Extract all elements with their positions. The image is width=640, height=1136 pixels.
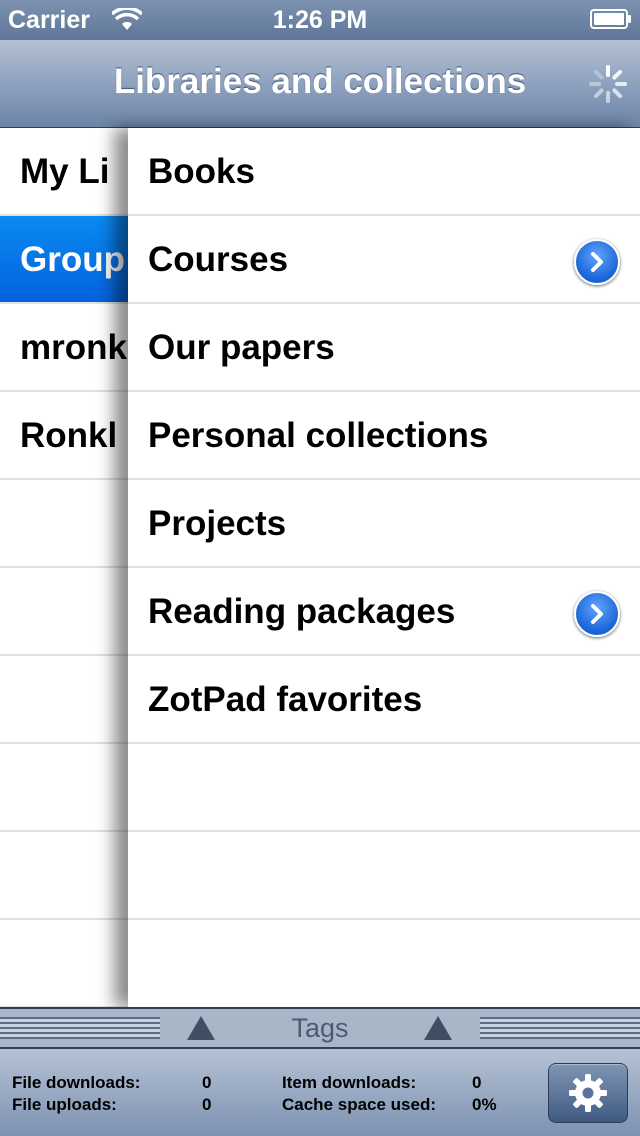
file-uploads-label: File uploads: bbox=[12, 1095, 117, 1114]
disclosure-button[interactable] bbox=[574, 591, 620, 637]
arrow-up-icon bbox=[424, 1016, 452, 1040]
collection-item-our-papers[interactable]: Our papers bbox=[128, 304, 640, 392]
chevron-right-icon bbox=[591, 604, 603, 624]
collection-item-personal-collections[interactable]: Personal collections bbox=[128, 392, 640, 480]
collection-label: Courses bbox=[148, 240, 289, 279]
collection-label: ZotPad favorites bbox=[148, 680, 423, 719]
gear-icon bbox=[569, 1074, 607, 1112]
status-toolbar: File downloads: 0 File uploads: 0 Item d… bbox=[0, 1049, 640, 1136]
collections-panel: Books Courses Our papers Personal collec… bbox=[128, 128, 640, 1007]
cache-space-value: 0% bbox=[472, 1095, 497, 1114]
navigation-bar: Libraries and collections bbox=[0, 40, 640, 128]
collection-item-courses[interactable]: Courses bbox=[128, 216, 640, 304]
file-downloads-value: 0 bbox=[202, 1073, 212, 1092]
item-downloads-label: Item downloads: bbox=[282, 1073, 417, 1092]
chevron-right-icon bbox=[591, 252, 603, 272]
collection-item-books[interactable]: Books bbox=[128, 128, 640, 216]
collection-item-reading-packages[interactable]: Reading packages bbox=[128, 568, 640, 656]
settings-button[interactable] bbox=[548, 1063, 628, 1123]
battery-icon bbox=[590, 9, 631, 29]
collection-item-projects[interactable]: Projects bbox=[128, 480, 640, 568]
collection-empty-row bbox=[128, 744, 640, 832]
clock-label: 1:26 PM bbox=[272, 6, 368, 34]
spinner-icon bbox=[589, 65, 627, 103]
item-downloads-value: 0 bbox=[472, 1073, 482, 1092]
status-bar: Carrier 1:26 PM bbox=[0, 0, 640, 40]
drag-handle-icon[interactable] bbox=[480, 1017, 640, 1039]
cache-space-label: Cache space used: bbox=[282, 1095, 437, 1114]
file-downloads-label: File downloads: bbox=[12, 1073, 141, 1092]
collection-empty-row bbox=[128, 920, 640, 1008]
collection-label: Personal collections bbox=[148, 416, 489, 455]
disclosure-button[interactable] bbox=[574, 239, 620, 285]
collection-item-zotpad-favorites[interactable]: ZotPad favorites bbox=[128, 656, 640, 744]
collection-label: Books bbox=[148, 152, 255, 191]
collection-label: Our papers bbox=[148, 328, 335, 367]
collection-label: Projects bbox=[148, 504, 287, 543]
collection-empty-row bbox=[128, 832, 640, 920]
page-title: Libraries and collections bbox=[113, 62, 527, 101]
file-uploads-value: 0 bbox=[202, 1095, 212, 1114]
tags-bar[interactable]: Tags bbox=[0, 1007, 640, 1049]
collection-label: Reading packages bbox=[148, 592, 456, 631]
